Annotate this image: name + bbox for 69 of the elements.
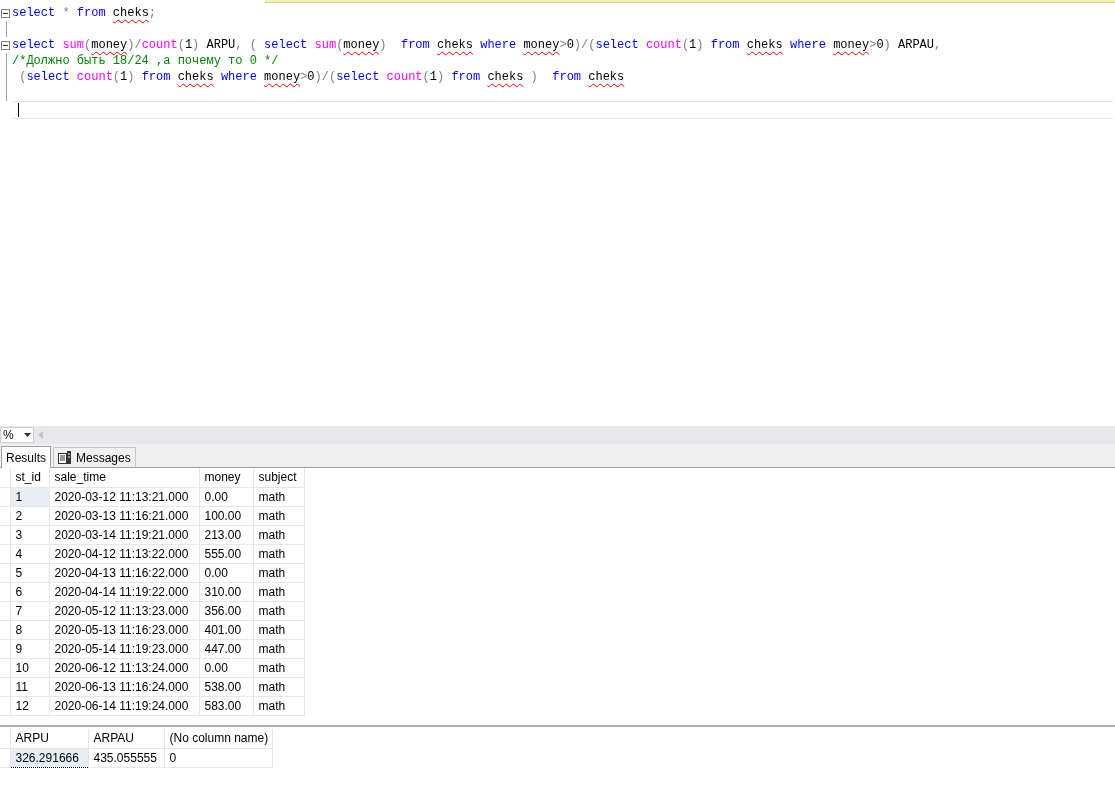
table-cell: 0.00 bbox=[199, 563, 253, 582]
table-cell: 2020-05-12 11:13:23.000 bbox=[49, 601, 199, 620]
table-cell: math bbox=[253, 601, 304, 620]
column-header[interactable]: st_id bbox=[10, 468, 49, 487]
table-cell: 0.00 bbox=[199, 487, 253, 506]
table-cell: math bbox=[253, 677, 304, 696]
results-tab[interactable]: Messages bbox=[53, 447, 136, 467]
caret-icon bbox=[24, 433, 31, 437]
table-cell: 310.00 bbox=[199, 582, 253, 601]
table-cell: 213.00 bbox=[199, 525, 253, 544]
table-cell: 3 bbox=[10, 525, 49, 544]
table-cell: 7 bbox=[10, 601, 49, 620]
table-cell: 2020-03-14 11:19:21.000 bbox=[49, 525, 199, 544]
table-cell: 12 bbox=[10, 696, 49, 715]
table-cell: math bbox=[253, 544, 304, 563]
table-cell: 2020-04-14 11:19:22.000 bbox=[49, 582, 199, 601]
table-cell: 555.00 bbox=[199, 544, 253, 563]
table-cell: 6 bbox=[10, 582, 49, 601]
table-cell: 538.00 bbox=[199, 677, 253, 696]
table-cell: math bbox=[253, 525, 304, 544]
column-header[interactable]: ARPAU bbox=[88, 729, 164, 748]
results-tab[interactable]: Results bbox=[1, 446, 51, 468]
code-line: select sum(money)/count(1) ARPU, ( select sum(money) from cheks where money>0)/(select count(1) from cheks where money>0) ARPAU, bbox=[12, 37, 942, 53]
column-header[interactable]: sale_time bbox=[49, 468, 199, 487]
table-cell: 447.00 bbox=[199, 639, 253, 658]
table-cell: 11 bbox=[10, 677, 49, 696]
table-cell: 2020-06-14 11:19:24.000 bbox=[49, 696, 199, 715]
column-header[interactable]: money bbox=[199, 468, 253, 487]
table-cell: 2020-04-12 11:13:22.000 bbox=[49, 544, 199, 563]
table-cell: 2020-05-14 11:19:23.000 bbox=[49, 639, 199, 658]
text-cursor bbox=[18, 103, 19, 117]
table-cell: math bbox=[253, 639, 304, 658]
table-cell: 2 bbox=[10, 506, 49, 525]
table-cell: 5 bbox=[10, 563, 49, 582]
collapse-icon[interactable] bbox=[1, 40, 10, 50]
table-cell: math bbox=[253, 563, 304, 582]
table-cell: math bbox=[253, 696, 304, 715]
table-cell: 4 bbox=[10, 544, 49, 563]
table-cell: 401.00 bbox=[199, 620, 253, 639]
table-cell: 100.00 bbox=[199, 506, 253, 525]
code-line: (select count(1) from cheks where money>0)/(select count(1) from cheks ) from cheks bbox=[18, 69, 625, 85]
table-cell: math bbox=[253, 582, 304, 601]
column-header[interactable]: ARPU bbox=[10, 729, 88, 748]
table-cell: math bbox=[253, 620, 304, 639]
zoom-dropdown[interactable]: % bbox=[0, 427, 34, 443]
messages-icon bbox=[58, 451, 72, 464]
column-header[interactable]: subject bbox=[253, 468, 304, 487]
table-cell: 8 bbox=[10, 620, 49, 639]
table-cell: 2020-06-12 11:13:24.000 bbox=[49, 658, 199, 677]
code-line: /*Должно быть 18/24 ,а почему то 0 */ bbox=[12, 53, 279, 69]
table-cell: 2020-04-13 11:16:22.000 bbox=[49, 563, 199, 582]
code-line: select * from cheks; bbox=[12, 5, 157, 21]
table-cell: 583.00 bbox=[199, 696, 253, 715]
table-cell: 2020-06-13 11:16:24.000 bbox=[49, 677, 199, 696]
zoom-value: % bbox=[3, 427, 14, 444]
table-cell: 0.00 bbox=[199, 658, 253, 677]
table-cell: 2020-03-13 11:16:21.000 bbox=[49, 506, 199, 525]
table-cell: 2020-03-12 11:13:21.000 bbox=[49, 487, 199, 506]
table-cell: 435.055555 bbox=[88, 748, 164, 767]
table-cell: 0 bbox=[164, 748, 272, 767]
table-cell: math bbox=[253, 487, 304, 506]
table-cell: 356.00 bbox=[199, 601, 253, 620]
collapse-icon[interactable] bbox=[1, 8, 10, 18]
table-cell: 9 bbox=[10, 639, 49, 658]
table-cell: 2020-05-13 11:16:23.000 bbox=[49, 620, 199, 639]
table-cell: math bbox=[253, 658, 304, 677]
table-cell: 10 bbox=[10, 658, 49, 677]
table-cell: math bbox=[253, 506, 304, 525]
column-header[interactable]: (No column name) bbox=[164, 729, 272, 748]
